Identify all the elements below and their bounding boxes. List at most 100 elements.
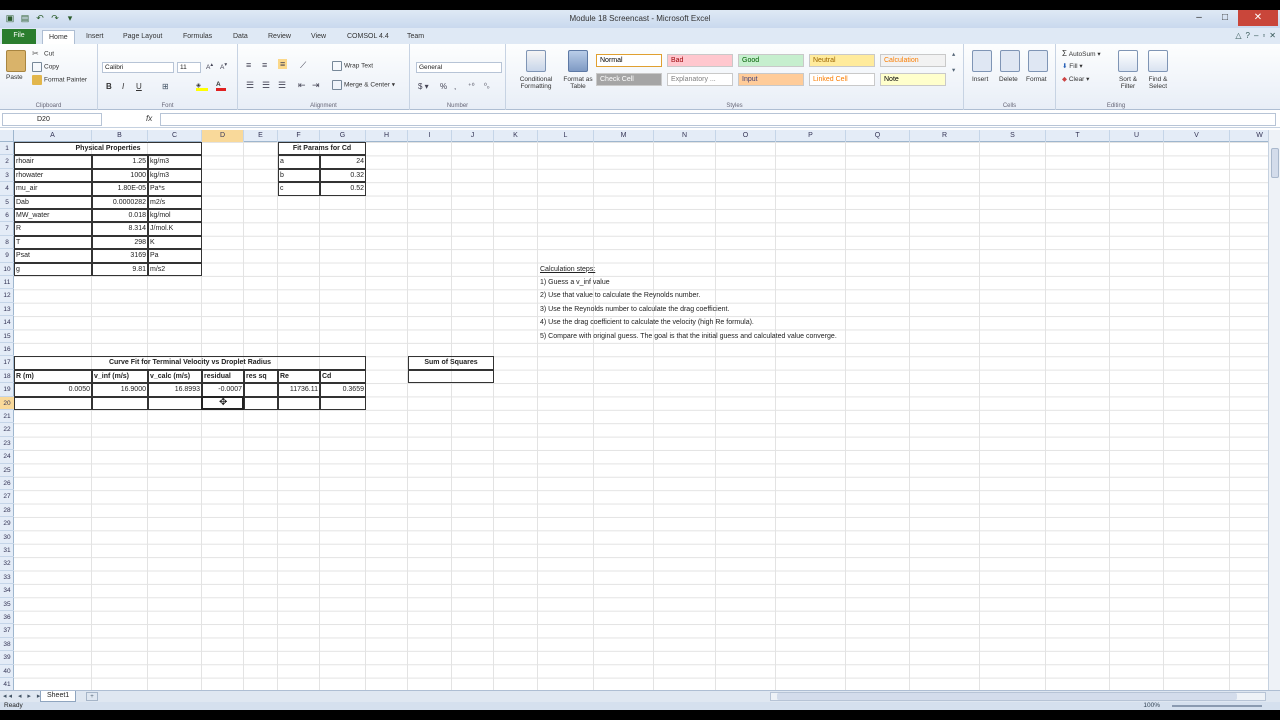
column-header-l[interactable]: L (538, 130, 594, 142)
grow-font-icon[interactable]: A▴ (206, 62, 213, 71)
property-value[interactable]: 8.314 (92, 222, 148, 235)
row-header-13[interactable]: 13 (0, 303, 14, 317)
format-cells-icon[interactable] (1028, 50, 1048, 72)
property-name[interactable]: T (14, 236, 92, 249)
property-unit[interactable]: kg/mol (148, 209, 202, 222)
borders-icon[interactable]: ⊞ (162, 82, 169, 91)
align-right-icon[interactable]: ☰ (278, 80, 286, 91)
vertical-scroll-thumb[interactable] (1271, 148, 1279, 178)
cell-style-linked-cell[interactable]: Linked Cell (809, 73, 875, 86)
column-header-d[interactable]: D (202, 130, 244, 142)
cell-style-note[interactable]: Note (880, 73, 946, 86)
fit-param-value[interactable]: 0.52 (320, 182, 366, 195)
property-value[interactable]: 298 (92, 236, 148, 249)
row-header-29[interactable]: 29 (0, 517, 14, 531)
calculation-step[interactable]: 5) Compare with original guess. The goal… (538, 330, 1164, 343)
shrink-font-icon[interactable]: A▾ (220, 62, 227, 71)
property-name[interactable]: Dab (14, 196, 92, 209)
column-header-s[interactable]: S (980, 130, 1046, 142)
property-value[interactable]: 0.018 (92, 209, 148, 222)
row-header-41[interactable]: 41 (0, 678, 14, 690)
sheet-tab[interactable]: Sheet1 (40, 691, 77, 702)
property-unit[interactable]: m/s2 (148, 263, 202, 276)
tab-formulas[interactable]: Formulas (177, 30, 218, 44)
delete-button[interactable]: Delete (999, 76, 1018, 83)
curve-fit-cell[interactable] (244, 383, 278, 396)
row-header-7[interactable]: 7 (0, 222, 14, 236)
curve-fit-header[interactable]: Curve Fit for Terminal Velocity vs Dropl… (14, 356, 366, 369)
sort-filter-button[interactable]: Sort & Filter (1112, 76, 1144, 90)
column-header-w[interactable]: W (1230, 130, 1268, 142)
row-header-36[interactable]: 36 (0, 611, 14, 625)
increase-decimal-icon[interactable]: ⁺⁰ (468, 82, 475, 90)
row-header-31[interactable]: 31 (0, 544, 14, 558)
curve-fit-column-header[interactable]: v_calc (m/s) (148, 370, 202, 383)
curve-fit-cell[interactable]: 0.3659 (320, 383, 366, 396)
column-header-m[interactable]: M (594, 130, 654, 142)
row-header-26[interactable]: 26 (0, 477, 14, 491)
doc-restore-icon[interactable]: ▫ (1262, 31, 1265, 40)
tab-data[interactable]: Data (227, 30, 254, 44)
curve-fit-column-header[interactable]: res sq (244, 370, 278, 383)
cell-style-input[interactable]: Input (738, 73, 804, 86)
minimize-ribbon-icon[interactable]: △ (1235, 31, 1241, 40)
horizontal-scrollbar[interactable] (770, 692, 1266, 701)
tab-view[interactable]: View (305, 30, 332, 44)
maximize-icon[interactable]: □ (1212, 10, 1238, 26)
row-header-1[interactable]: 1 (0, 142, 14, 156)
row-header-11[interactable]: 11 (0, 276, 14, 290)
calculation-step[interactable]: 2) Use that value to calculate the Reyno… (538, 289, 1164, 302)
row-header-16[interactable]: 16 (0, 343, 14, 357)
fill-button[interactable]: ⬇ Fill ▾ (1062, 62, 1083, 70)
row-header-38[interactable]: 38 (0, 638, 14, 652)
copy-button[interactable]: Copy (32, 62, 59, 72)
row-header-25[interactable]: 25 (0, 464, 14, 477)
calculation-step[interactable]: 4) Use the drag coefficient to calculate… (538, 316, 1164, 329)
sort-filter-icon[interactable] (1118, 50, 1138, 72)
column-header-j[interactable]: J (452, 130, 494, 142)
bold-icon[interactable]: B (106, 82, 112, 91)
styles-scroll-down-icon[interactable]: ▾ (952, 66, 955, 74)
horizontal-scroll-thumb[interactable] (777, 693, 1237, 700)
row-header-30[interactable]: 30 (0, 531, 14, 544)
tab-page-layout[interactable]: Page Layout (117, 30, 168, 44)
zoom-level[interactable]: 100% (1143, 702, 1160, 710)
font-name-combo[interactable]: Calibri (102, 62, 174, 73)
column-header-a[interactable]: A (14, 130, 92, 142)
name-box[interactable]: D20 (2, 113, 102, 126)
row-header-4[interactable]: 4 (0, 182, 14, 196)
align-bottom-icon[interactable]: ≡ (278, 59, 288, 69)
curve-fit-cell[interactable]: 0.0050 (14, 383, 92, 396)
column-header-t[interactable]: T (1046, 130, 1110, 142)
styles-scroll-up-icon[interactable]: ▴ (952, 50, 955, 58)
column-header-e[interactable]: E (244, 130, 278, 142)
cell-style-bad[interactable]: Bad (667, 54, 733, 67)
tab-file[interactable]: File (2, 29, 36, 44)
font-size-combo[interactable]: 11 (177, 62, 201, 73)
row-header-8[interactable]: 8 (0, 236, 14, 250)
row-header-6[interactable]: 6 (0, 209, 14, 223)
property-name[interactable]: R (14, 222, 92, 235)
binoculars-icon[interactable] (1148, 50, 1168, 72)
align-top-icon[interactable]: ≡ (246, 60, 251, 70)
column-header-b[interactable]: B (92, 130, 148, 142)
comma-icon[interactable]: , (454, 82, 456, 91)
row-header-24[interactable]: 24 (0, 450, 14, 464)
row-header-19[interactable]: 19 (0, 383, 14, 397)
column-header-i[interactable]: I (408, 130, 452, 142)
row-header-34[interactable]: 34 (0, 584, 14, 598)
property-value[interactable]: 3169 (92, 249, 148, 262)
font-color-icon[interactable]: A (216, 81, 226, 91)
row-header-39[interactable]: 39 (0, 651, 14, 665)
property-value[interactable]: 9.81 (92, 263, 148, 276)
worksheet-grid[interactable]: ABCDEFGHIJKLMNOPQRSTUVW 1 2 3 4 5 6 7 8 9 10 11 12 1… (0, 130, 1268, 690)
row-header-33[interactable]: 33 (0, 571, 14, 585)
property-unit[interactable]: J/mol.K (148, 222, 202, 235)
vertical-scrollbar[interactable] (1268, 130, 1280, 690)
column-header-c[interactable]: C (148, 130, 202, 142)
column-header-g[interactable]: G (320, 130, 366, 142)
column-header-v[interactable]: V (1164, 130, 1230, 142)
tab-insert[interactable]: Insert (80, 30, 110, 44)
row-header-28[interactable]: 28 (0, 504, 14, 518)
cut-button[interactable]: ✂ Cut (32, 49, 54, 59)
